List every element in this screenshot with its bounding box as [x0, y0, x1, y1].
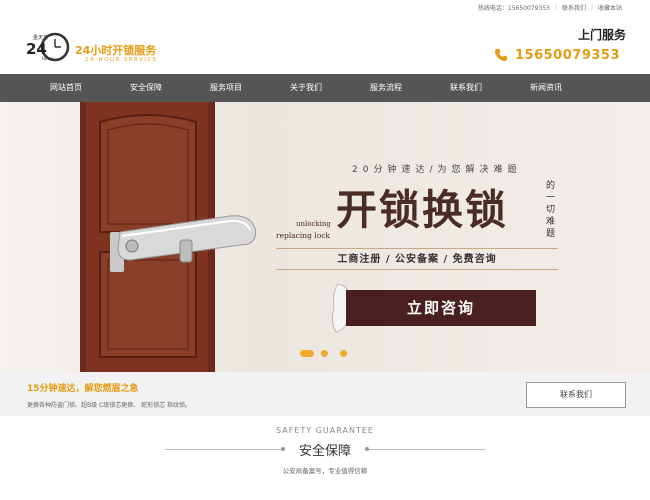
service-label: 上门服务 — [577, 28, 626, 42]
top-utility-links: 热线电话：15650079353 | 联系我们 | 收藏本站 — [478, 3, 622, 12]
banner-en-line1: unlocking — [296, 220, 331, 228]
slide-dot-2[interactable] — [321, 350, 328, 357]
slide-dot-1[interactable] — [300, 350, 314, 357]
favorite-link[interactable]: 收藏本站 — [598, 3, 622, 12]
divider: | — [554, 4, 557, 11]
lock-cylinder-image — [117, 215, 257, 263]
hero-banner[interactable]: 20分钟速达/为您解决难题 开锁换锁 的一切难题 unlocking repla… — [0, 102, 650, 372]
promo-description: 更换各种防盗门锁、超B级 C级锁芯更换、 蛇形锁芯 指纹锁。 — [27, 402, 192, 409]
hotline-text: 热线电话：15650079353 — [477, 5, 550, 12]
section-title: 安全保障 — [298, 444, 351, 459]
site-logo[interactable]: 金天龙 24 Hours 24小时开锁服务 24-HOUR SERVICE — [25, 30, 165, 66]
contact-us-button[interactable]: 联系我们 — [526, 382, 626, 408]
header-phone[interactable]: 15650079353 — [493, 47, 620, 63]
nav-item-safety[interactable]: 安全保障 — [114, 74, 178, 102]
slide-dot-3[interactable] — [340, 350, 347, 357]
nav-item-home[interactable]: 网站首页 — [34, 74, 98, 102]
nav-item-news[interactable]: 新闻资讯 — [514, 74, 578, 102]
promo-title: 15分钟速达，解您燃眉之急 — [27, 384, 139, 394]
divider: | — [590, 4, 593, 11]
nav-item-contact[interactable]: 联系我们 — [434, 74, 498, 102]
phone-icon — [495, 49, 507, 61]
banner-en-line2: replacing lock — [276, 231, 330, 240]
nav-item-about[interactable]: 关于我们 — [274, 74, 338, 102]
banner-headline: 开锁换锁 — [336, 186, 508, 234]
top-utility-bar: 热线电话：15650079353 | 联系我们 | 收藏本站 — [0, 0, 650, 14]
banner-tagline: 20分钟速达/为您解决难题 — [352, 165, 522, 175]
nav-item-process[interactable]: 服务流程 — [354, 74, 418, 102]
banner-side-text: 的一切难题 — [546, 181, 556, 239]
banner-tags: 工商注册 / 公安备案 / 免费咨询 — [276, 248, 558, 270]
logo-badge-icon: 金天龙 24 Hours — [26, 32, 70, 62]
consult-now-button[interactable]: 立即咨询 — [346, 290, 536, 326]
nav-item-services[interactable]: 服务项目 — [194, 74, 258, 102]
logo-badge-hours: Hours — [42, 56, 54, 61]
phone-number: 15650079353 — [515, 47, 620, 63]
promo-strip: 15分钟速达，解您燃眉之急 更换各种防盗门锁、超B级 C级锁芯更换、 蛇形锁芯 … — [0, 372, 650, 416]
section-subtitle: 公安局备案号，专业值得信赖 — [282, 467, 368, 475]
logo-subtitle: 24-HOUR SERVICE — [85, 57, 158, 63]
site-header: 金天龙 24 Hours 24小时开锁服务 24-HOUR SERVICE 上门… — [0, 14, 650, 74]
section-en-title: SAFETY GUARANTEE — [276, 426, 374, 435]
top-contact-link[interactable]: 联系我们 — [562, 3, 586, 12]
main-nav: 网站首页 安全保障 服务项目 关于我们 服务流程 联系我们 新闻资讯 — [0, 74, 650, 102]
logo-title: 24小时开锁服务 — [75, 44, 157, 57]
